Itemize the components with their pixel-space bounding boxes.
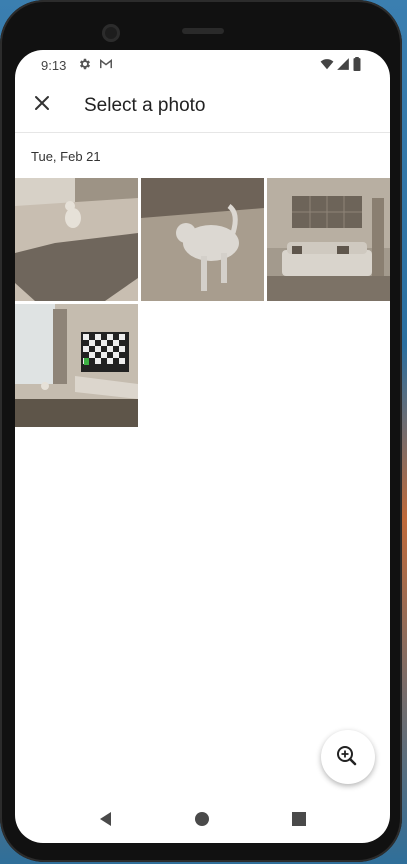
photo-white-cat bbox=[141, 178, 264, 301]
photo-thumbnail[interactable] bbox=[15, 178, 138, 301]
photo-thumbnail[interactable] bbox=[267, 178, 390, 301]
device-frame: 9:13 Select a photo Tue, Feb 21 bbox=[0, 0, 402, 862]
app-bar: Select a photo bbox=[15, 78, 390, 133]
close-button[interactable] bbox=[27, 88, 57, 118]
wifi-icon bbox=[320, 59, 334, 70]
photo-living-room bbox=[267, 178, 390, 301]
signal-icon bbox=[337, 58, 349, 70]
date-header: Tue, Feb 21 bbox=[31, 149, 101, 164]
back-icon[interactable] bbox=[96, 809, 116, 829]
status-bar: 9:13 bbox=[15, 50, 390, 78]
earpiece-speaker bbox=[182, 28, 224, 34]
nav-bar bbox=[15, 795, 390, 843]
photo-thumbnail[interactable] bbox=[141, 178, 264, 301]
photo-thumbnail[interactable] bbox=[15, 304, 138, 427]
close-icon bbox=[35, 96, 49, 110]
recents-icon[interactable] bbox=[289, 809, 309, 829]
zoom-in-icon bbox=[337, 746, 357, 766]
photo-checkerboard-tv bbox=[15, 304, 138, 427]
front-camera bbox=[102, 24, 120, 42]
zoom-button[interactable] bbox=[321, 730, 375, 784]
battery-icon bbox=[353, 57, 361, 71]
home-icon[interactable] bbox=[192, 809, 212, 829]
page-title: Select a photo bbox=[84, 95, 206, 116]
status-time: 9:13 bbox=[41, 58, 67, 73]
settings-icon bbox=[79, 58, 91, 70]
screen: 9:13 Select a photo Tue, Feb 21 bbox=[15, 50, 390, 843]
photo-cat-room bbox=[15, 178, 138, 301]
gmail-icon bbox=[100, 59, 112, 69]
